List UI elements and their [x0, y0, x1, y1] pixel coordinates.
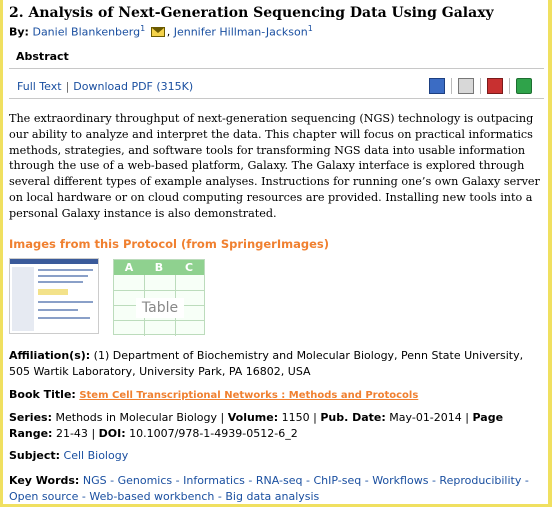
thumb-bar — [10, 259, 98, 264]
toolbar-divider — [509, 78, 510, 94]
print-icon[interactable] — [458, 78, 474, 94]
volume-value: 1150 — [281, 411, 310, 424]
toolbar-separator: | — [65, 80, 70, 93]
keywords-label: Key Words: — [9, 474, 80, 487]
keyword-link[interactable]: RNA-seq — [256, 474, 303, 487]
keyword-link[interactable]: Workflows — [372, 474, 428, 487]
pipe-separator: | — [91, 426, 96, 440]
protocol-table-thumbnail[interactable]: A B C Table — [113, 259, 205, 336]
thumb-highlight — [38, 289, 68, 295]
table-col-b: B — [154, 261, 164, 274]
doi-label: DOI: — [98, 426, 126, 440]
by-label: By: — [9, 25, 29, 39]
affiliation-label: Affiliation(s): — [9, 349, 91, 362]
thumb-line — [38, 269, 93, 271]
email-icon[interactable] — [150, 26, 165, 37]
affiliation-block: Affiliation(s): (1) Department of Bioche… — [9, 348, 541, 379]
abstract-body: The extraordinary throughput of next-gen… — [9, 112, 540, 220]
keyword-link[interactable]: Reproducibility — [439, 474, 521, 487]
subject-label: Subject: — [9, 449, 61, 462]
keyword-separator: - — [175, 474, 180, 487]
author-link-2[interactable]: Jennifer Hillman-Jackson — [174, 26, 308, 39]
series-value: Methods in Molecular Biology — [55, 411, 218, 424]
full-text-link[interactable]: Full Text — [17, 80, 62, 93]
keyword-link[interactable]: NGS — [83, 474, 107, 487]
grid-line — [114, 290, 204, 291]
grid-line — [114, 320, 204, 321]
doi-value: 10.1007/978-1-4939-0512-6_2 — [129, 426, 298, 440]
thumb-line — [38, 301, 93, 303]
pipe-separator: | — [220, 411, 225, 424]
abstract-header: Abstract — [9, 45, 544, 69]
author-sup-2: 1 — [307, 24, 313, 33]
author-sup-1: 1 — [140, 24, 146, 33]
table-col-a: A — [124, 261, 134, 274]
page-range-value: 21-43 — [55, 426, 88, 440]
bookmark-icon[interactable] — [487, 78, 503, 94]
keyword-separator: - — [217, 489, 222, 503]
keyword-separator: - — [431, 474, 436, 487]
author-byline: By: Daniel Blankenberg1 , Jennifer Hillm… — [9, 24, 313, 39]
keyword-link[interactable]: ChIP-seq — [313, 474, 361, 487]
toolbar-divider — [451, 78, 452, 94]
subject-block: Subject: Cell Biology — [9, 448, 541, 464]
reference-icon[interactable] — [429, 78, 445, 94]
pub-date-label: Pub. Date: — [320, 411, 386, 424]
subject-link[interactable]: Cell Biology — [64, 449, 129, 462]
thumb-line — [38, 317, 90, 319]
volume-label: Volume: — [227, 411, 279, 424]
thumb-line — [38, 281, 83, 283]
keyword-link[interactable]: Web-based workbench — [89, 490, 214, 503]
abstract-heading: Abstract — [16, 50, 69, 63]
keyword-link[interactable]: Big data analysis — [225, 490, 319, 503]
toolbar-icons — [423, 77, 532, 95]
book-title-block: Book Title: Stem Cell Transcriptional Ne… — [9, 387, 541, 404]
thumb-line — [38, 275, 88, 277]
pipe-separator: | — [465, 411, 469, 424]
article-toolbar: Full Text | Download PDF (315K) — [9, 73, 544, 99]
author-separator: , — [166, 25, 171, 39]
book-title-label: Book Title: — [9, 388, 76, 401]
keywords-block: Key Words: NGS - Genomics - Informatics … — [9, 473, 541, 504]
article-title: 2. Analysis of Next-Generation Sequencin… — [9, 5, 494, 21]
keyword-separator: - — [364, 474, 369, 487]
pipe-separator: | — [313, 411, 317, 424]
table-col-c: C — [184, 261, 194, 274]
keyword-separator: - — [248, 474, 253, 487]
toolbar-links: Full Text | Download PDF (315K) — [17, 80, 193, 93]
author-link-1[interactable]: Daniel Blankenberg — [32, 26, 140, 39]
keyword-separator: - — [305, 474, 310, 487]
images-heading: Images from this Protocol (from Springer… — [9, 237, 329, 251]
download-pdf-link[interactable]: Download PDF (315K) — [73, 80, 193, 93]
series-block: Series: Methods in Molecular Biology | V… — [9, 410, 541, 441]
keyword-link[interactable]: Genomics — [118, 474, 173, 487]
book-title-link[interactable]: Stem Cell Transcriptional Networks : Met… — [79, 390, 418, 401]
share-icon[interactable] — [516, 78, 532, 94]
series-label: Series: — [9, 411, 52, 424]
thumb-sidebar — [12, 267, 34, 331]
keyword-link[interactable]: Informatics — [183, 474, 245, 487]
table-thumb-header: A B C — [114, 260, 204, 275]
keyword-separator: - — [524, 474, 529, 487]
pub-date-value: May-01-2014 — [389, 411, 462, 424]
table-thumb-label: Table — [136, 298, 184, 318]
keyword-separator: - — [110, 474, 115, 487]
toolbar-divider — [480, 78, 481, 94]
thumb-line — [38, 309, 78, 311]
keyword-link[interactable]: Open source — [9, 490, 78, 503]
keyword-separator: - — [81, 489, 86, 503]
protocol-image-thumbnail-1[interactable] — [9, 258, 99, 334]
table-thumb-grid: Table — [114, 275, 204, 336]
